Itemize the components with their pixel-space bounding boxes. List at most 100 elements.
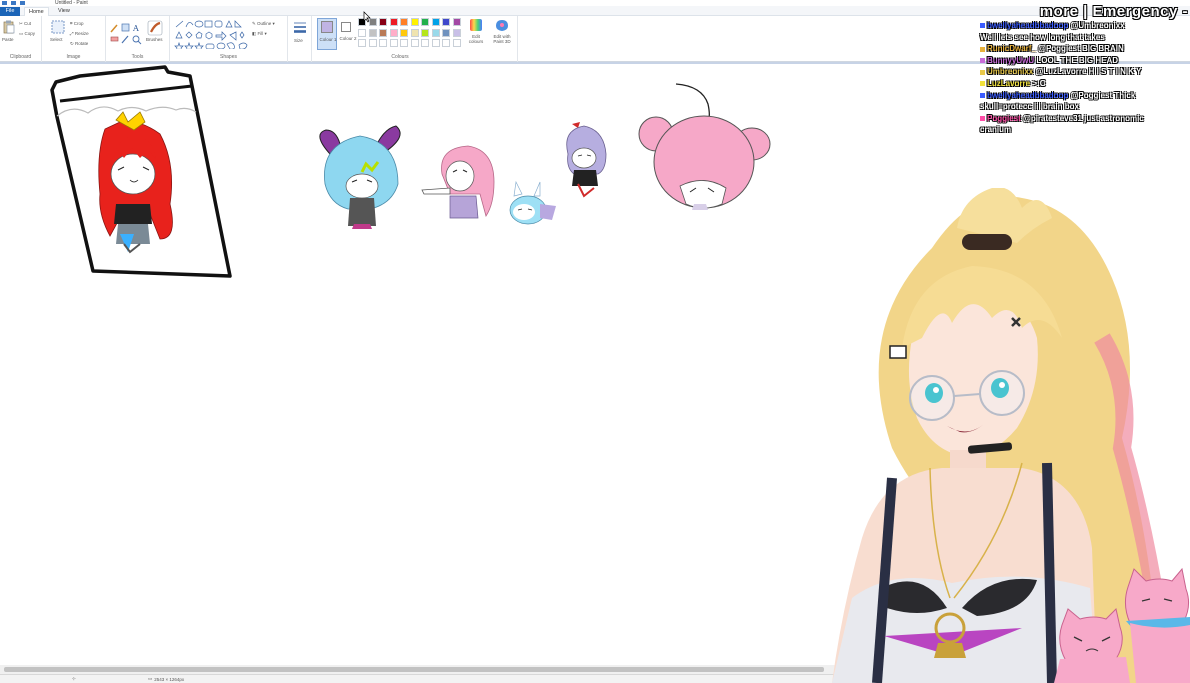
chat-badge-icon bbox=[980, 81, 985, 87]
paint-window: Untitled - Paint File Home View Paste ✂ … bbox=[0, 0, 1190, 683]
scrollbar-thumb[interactable] bbox=[4, 667, 824, 672]
redo-icon[interactable] bbox=[20, 1, 25, 5]
palette-colour-swatch[interactable] bbox=[379, 39, 387, 47]
paste-icon[interactable] bbox=[3, 20, 15, 34]
brushes-icon[interactable] bbox=[147, 19, 163, 37]
chat-badge-icon bbox=[980, 58, 985, 64]
colour2-button[interactable]: Colour 2 bbox=[338, 18, 358, 50]
palette-colour-swatch[interactable] bbox=[452, 18, 461, 26]
resize-button[interactable]: ⤢ Resize bbox=[70, 31, 89, 36]
edit-colours-button[interactable]: Edit colours bbox=[465, 18, 487, 52]
eraser-icon bbox=[110, 36, 119, 42]
pink-bear-head-drawing bbox=[638, 83, 771, 210]
magnifier-icon bbox=[132, 35, 142, 45]
copy-button[interactable]: ▭ Copy bbox=[19, 31, 35, 37]
palette-colour-swatch[interactable] bbox=[358, 28, 366, 37]
chat-message: LuzLavorre >:C bbox=[980, 78, 1188, 90]
rotate-button[interactable]: ↻ Rotate bbox=[70, 41, 88, 47]
tab-file[interactable]: File bbox=[0, 7, 20, 16]
shapes-gallery[interactable] bbox=[174, 19, 250, 49]
purple-hair-character-drawing bbox=[566, 122, 607, 198]
palette-colour-swatch[interactable] bbox=[421, 18, 429, 26]
paste-label[interactable]: Paste bbox=[2, 37, 14, 42]
chat-message-text: Well lets see how long that takes bbox=[980, 32, 1105, 42]
copy-label: Copy bbox=[24, 31, 36, 36]
rotate-label: Rotate bbox=[75, 41, 89, 46]
palette-colour-swatch[interactable] bbox=[389, 18, 398, 26]
palette-colour-swatch[interactable] bbox=[452, 28, 461, 37]
select-icon[interactable] bbox=[51, 20, 65, 34]
colour1-swatch bbox=[321, 21, 333, 33]
mouse-cursor-icon bbox=[363, 11, 371, 23]
chat-username: LuzLavorre bbox=[987, 78, 1031, 88]
chat-badge-icon bbox=[980, 69, 985, 75]
chat-username: bwellyaheadbbadoop bbox=[987, 90, 1069, 100]
palette-colour-swatch[interactable] bbox=[389, 39, 398, 47]
palette-colour-swatch[interactable] bbox=[410, 28, 419, 37]
palette-colour-swatch[interactable] bbox=[452, 39, 461, 47]
chat-message-text: @Umbreonixx bbox=[1070, 21, 1125, 30]
palette-colour-swatch[interactable] bbox=[442, 39, 450, 47]
palette-colour-swatch[interactable] bbox=[442, 18, 450, 26]
chat-message: RunicDwarf_ @Poggiest BIG BRAIN bbox=[980, 43, 1188, 55]
chat-username: BunnyyUwU bbox=[987, 55, 1035, 65]
palette-colour-swatch[interactable] bbox=[421, 28, 429, 37]
edit-paint3d-button[interactable]: Edit with Paint 3D bbox=[488, 18, 516, 52]
chat-badge-icon bbox=[980, 23, 985, 29]
cut-button[interactable]: ✂ Cut bbox=[19, 21, 31, 27]
palette-colour-swatch[interactable] bbox=[368, 28, 377, 37]
fill-button[interactable]: ◧ Fill ▾ bbox=[252, 31, 267, 37]
palette-colour-swatch[interactable] bbox=[431, 39, 440, 47]
shapes-group-label: Shapes bbox=[220, 54, 237, 60]
palette-colour-swatch[interactable] bbox=[410, 18, 419, 26]
palette-colour-swatch[interactable] bbox=[379, 28, 387, 37]
palette-colour-swatch[interactable] bbox=[410, 39, 419, 47]
colours-group: Colour 1 Colour 2 Edit colours Edit with… bbox=[312, 16, 518, 62]
tools-group: A Brushes Tools bbox=[106, 16, 170, 62]
tool-icons: A bbox=[110, 23, 142, 45]
tab-home[interactable]: Home bbox=[24, 7, 49, 16]
chat-message-text: cranium bbox=[980, 125, 1012, 135]
horned-character-drawing bbox=[319, 125, 401, 229]
colour-wheel-icon bbox=[470, 19, 482, 31]
palette-colour-swatch[interactable] bbox=[368, 39, 377, 47]
outline-label: Outline bbox=[257, 21, 272, 26]
select-label[interactable]: Select bbox=[50, 37, 63, 42]
tab-view[interactable]: View bbox=[54, 7, 74, 16]
canvas-size-text: 2543 × 1264px bbox=[154, 676, 185, 682]
palette-colour-swatch[interactable] bbox=[421, 39, 429, 47]
cut-label: Cut bbox=[24, 21, 32, 26]
palette-colour-swatch[interactable] bbox=[358, 39, 366, 47]
crop-button[interactable]: ⌗ Crop bbox=[70, 21, 84, 26]
crop-label: Crop bbox=[73, 21, 84, 26]
image-group-label: Image bbox=[66, 54, 81, 60]
size-group: Size bbox=[288, 16, 312, 62]
palette-colour-swatch[interactable] bbox=[442, 28, 450, 37]
brushes-label[interactable]: Brushes bbox=[146, 37, 163, 42]
save-icon[interactable] bbox=[2, 1, 7, 5]
palette-colour-swatch[interactable] bbox=[400, 28, 408, 37]
size-icon[interactable] bbox=[293, 20, 307, 34]
colour1-button[interactable]: Colour 1 bbox=[317, 18, 337, 50]
pink-pointing-girl-drawing bbox=[421, 145, 495, 219]
chat-message: cranium bbox=[980, 124, 1188, 136]
palette-colour-swatch[interactable] bbox=[431, 28, 440, 37]
palette-colour-swatch[interactable] bbox=[389, 28, 398, 37]
undo-icon[interactable] bbox=[11, 1, 16, 5]
palette-colour-swatch[interactable] bbox=[400, 39, 408, 47]
colour-picker-icon bbox=[121, 35, 129, 44]
chat-username: bwellyaheadbbadoop bbox=[987, 21, 1069, 30]
outline-button[interactable]: ✎ Outline ▾ bbox=[252, 21, 275, 27]
size-label[interactable]: Size bbox=[294, 38, 303, 43]
palette-colour-swatch[interactable] bbox=[379, 18, 387, 26]
palette-colour-swatch[interactable] bbox=[400, 18, 408, 26]
chat-message: bwellyaheadbbadoop @Poggiest Thick bbox=[980, 90, 1188, 102]
stream-chat: bwellyaheadbbadoop @Umbreonixx Well lets … bbox=[980, 20, 1188, 136]
chat-message: skull=protecc lil brain box bbox=[980, 101, 1188, 113]
chat-message-text: skull=protecc lil brain box bbox=[980, 102, 1079, 112]
fill-label: Fill bbox=[257, 31, 264, 36]
chat-message: bwellyaheadbbadoop @Umbreonixx bbox=[980, 20, 1188, 32]
chat-message-text: @Poggiest Thick bbox=[1070, 90, 1136, 100]
palette-colour-swatch[interactable] bbox=[431, 18, 440, 26]
chat-message-text: @Poggiest BIG BRAIN bbox=[1038, 44, 1124, 54]
